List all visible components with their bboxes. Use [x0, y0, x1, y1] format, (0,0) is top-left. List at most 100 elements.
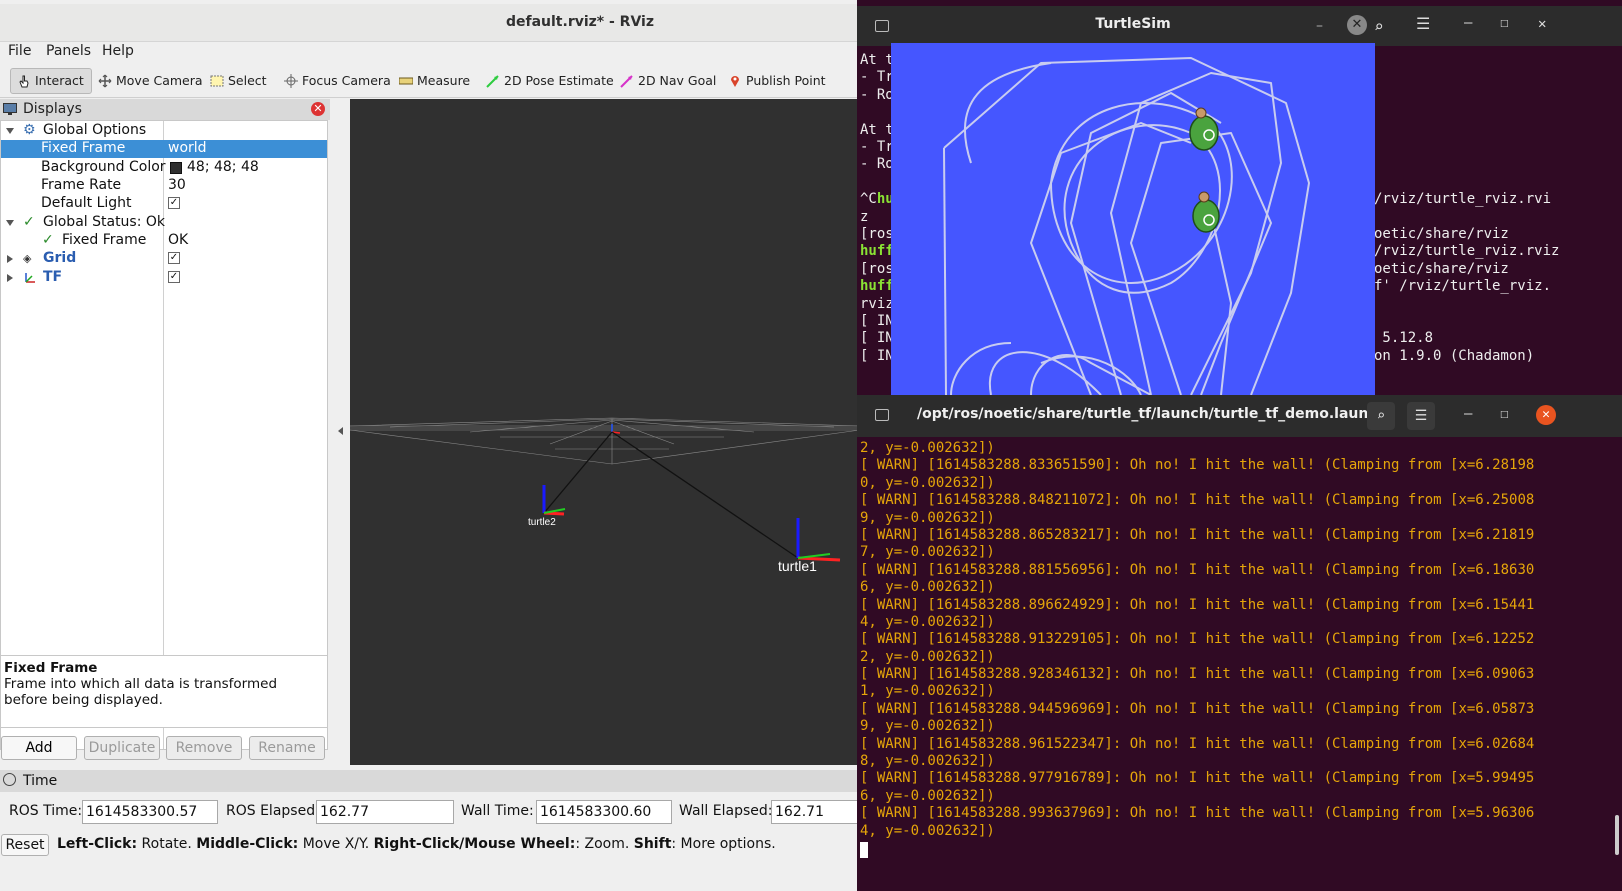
new-tab-icon[interactable] — [875, 409, 889, 421]
hint-left-text: Rotate. — [137, 836, 197, 852]
wall-time-field[interactable]: 1614583300.60 — [536, 800, 672, 824]
interact-label: Interact — [35, 73, 84, 88]
log-line: 8, y=-0.002632]) — [860, 753, 995, 770]
maximize-icon[interactable]: ☐ — [1500, 406, 1508, 422]
move-camera-tool-button[interactable]: Move Camera — [92, 68, 203, 94]
collapse-arrow-icon[interactable] — [7, 274, 13, 282]
tree-row-frame-rate[interactable]: Frame Rate 30 — [1, 177, 327, 195]
publish-point-tool-button[interactable]: Publish Point — [722, 68, 826, 94]
grid-checkbox[interactable]: ✓ — [168, 252, 180, 264]
minimize-icon[interactable]: – — [1316, 18, 1323, 34]
log-line: [ WARN] [1614583288.896624929]: Oh no! I… — [860, 596, 1535, 613]
frame-rate-value[interactable]: 30 — [168, 177, 186, 193]
3d-scene[interactable]: turtle2 turtle1 — [349, 99, 861, 765]
terminal-front-titlebar[interactable]: /opt/ros/noetic/share/turtle_tf/launch/t… — [857, 395, 1622, 437]
focus-camera-tool-button[interactable]: Focus Camera — [278, 68, 391, 94]
ros-time-field[interactable]: 1614583300.57 — [82, 800, 218, 824]
terminal-scrollbar[interactable] — [1615, 815, 1619, 855]
ros-elapsed-field[interactable]: 162.77 — [316, 800, 454, 824]
new-tab-icon[interactable] — [875, 20, 889, 32]
3d-render-view[interactable]: turtle2 turtle1 — [349, 99, 861, 765]
tree-row-global-status[interactable]: ✓ Global Status: Ok — [1, 214, 327, 232]
select-label: Select — [228, 73, 267, 88]
monitor-icon — [3, 103, 17, 115]
search-icon[interactable]: ⌕ — [1374, 17, 1384, 36]
terminal-line-right: oetic/share/rviz — [1374, 260, 1509, 277]
tf-checkbox[interactable]: ✓ — [168, 271, 180, 283]
global-status-label: Global Status: Ok — [43, 214, 166, 230]
time-panel: Time ROS Time: 1614583300.57 ROS Elapsed… — [0, 770, 860, 891]
minimize-icon[interactable]: – — [1464, 15, 1472, 31]
measure-tool-button[interactable]: Measure — [393, 68, 470, 94]
menu-panels[interactable]: Panels — [46, 43, 91, 59]
close-icon[interactable]: ✕ — [1538, 16, 1546, 32]
hamburger-menu-icon[interactable]: ☰ — [1407, 402, 1435, 430]
ros-time-label: ROS Time: — [9, 803, 83, 819]
close-icon[interactable]: ✕ — [1347, 15, 1367, 35]
maximize-icon[interactable]: ☐ — [1500, 15, 1508, 31]
menu-help[interactable]: Help — [102, 43, 134, 59]
check-icon: ✓ — [23, 214, 35, 230]
publish-point-label: Publish Point — [746, 73, 826, 88]
hamburger-menu-icon[interactable]: ☰ — [1416, 14, 1430, 33]
collapse-arrow-icon[interactable] — [7, 255, 13, 263]
close-icon[interactable]: ✕ — [1536, 405, 1556, 425]
2d-pose-estimate-tool-button[interactable]: 2D Pose Estimate — [480, 68, 614, 94]
wall-elapsed-field[interactable]: 162.71 — [771, 800, 860, 824]
terminal-line-left: - Ro — [860, 86, 894, 103]
collapse-left-icon[interactable] — [338, 427, 343, 435]
description-title: Fixed Frame — [4, 660, 98, 676]
log-line: 4, y=-0.002632]) — [860, 822, 995, 839]
minimize-icon[interactable]: – — [1464, 406, 1472, 422]
log-line: 9, y=-0.002632]) — [860, 718, 995, 735]
time-title: Time — [23, 773, 58, 789]
property-description: Fixed Frame Frame into which all data is… — [0, 655, 328, 728]
tree-row-global-options[interactable]: ⚙ Global Options — [1, 122, 327, 140]
map-pin-icon — [731, 76, 739, 87]
panel-splitter[interactable] — [330, 99, 350, 765]
tree-row-background-color[interactable]: Background Color 48; 48; 48 — [1, 159, 327, 177]
tree-row-grid[interactable]: ◈ Grid ✓ — [1, 250, 327, 268]
reset-button[interactable]: Reset — [1, 834, 49, 856]
turtlesim-canvas[interactable] — [891, 43, 1375, 395]
background-color-value[interactable]: 48; 48; 48 — [187, 159, 259, 175]
expand-arrow-icon[interactable] — [6, 128, 14, 134]
2d-nav-goal-tool-button[interactable]: 2D Nav Goal — [614, 68, 716, 94]
terminal-cursor — [860, 842, 868, 858]
log-line: [ WARN] [1614583288.833651590]: Oh no! I… — [860, 457, 1535, 474]
log-line: 2, y=-0.002632]) — [860, 440, 995, 456]
color-swatch[interactable] — [170, 162, 182, 174]
tree-row-fixed-frame[interactable]: Fixed Frame world — [1, 140, 327, 158]
hint-middle-text: Move X/Y. — [298, 836, 374, 852]
log-line: 6, y=-0.002632]) — [860, 787, 995, 804]
terminal-line-left: rviz — [860, 295, 894, 312]
log-line: 4, y=-0.002632]) — [860, 613, 995, 630]
select-tool-button[interactable]: Select — [204, 68, 267, 94]
duplicate-button[interactable]: Duplicate — [84, 736, 160, 760]
terminal-window-front[interactable]: /opt/ros/noetic/share/turtle_tf/launch/t… — [857, 395, 1622, 891]
log-line: [ WARN] [1614583288.993637969]: Oh no! I… — [860, 805, 1535, 822]
expand-arrow-icon[interactable] — [6, 220, 14, 226]
remove-button[interactable]: Remove — [166, 736, 242, 760]
menu-file[interactable]: File — [8, 43, 31, 59]
tree-row-default-light[interactable]: Default Light ✓ — [1, 195, 327, 213]
log-line: [ WARN] [1614583288.961522347]: Oh no! I… — [860, 735, 1535, 752]
toolbar: Interact Move Camera Select Focus Camera… — [0, 64, 860, 98]
tree-row-status-fixed-frame[interactable]: ✓ Fixed Frame OK — [1, 232, 327, 250]
tf-label: TF — [43, 269, 63, 285]
turtle-trails — [943, 57, 1310, 395]
interact-tool-button[interactable]: Interact — [10, 68, 92, 94]
close-panel-icon[interactable]: ✕ — [311, 102, 325, 116]
search-icon[interactable]: ⌕ — [1367, 402, 1395, 430]
tree-row-tf[interactable]: TF ✓ — [1, 269, 327, 287]
terminal-line-left: huff — [860, 243, 894, 260]
log-line: 0, y=-0.002632]) — [860, 474, 995, 491]
world-frame-axes — [611, 424, 621, 434]
rename-button[interactable]: Rename — [249, 736, 325, 760]
focus-camera-label: Focus Camera — [302, 73, 391, 88]
turtlesim-window[interactable]: TurtleSim – ✕ — [891, 6, 1375, 395]
add-button[interactable]: Add — [1, 736, 77, 760]
rviz-titlebar[interactable]: default.rviz* - RViz — [0, 4, 860, 42]
default-light-checkbox[interactable]: ✓ — [168, 197, 180, 209]
fixed-frame-value[interactable]: world — [168, 140, 207, 156]
